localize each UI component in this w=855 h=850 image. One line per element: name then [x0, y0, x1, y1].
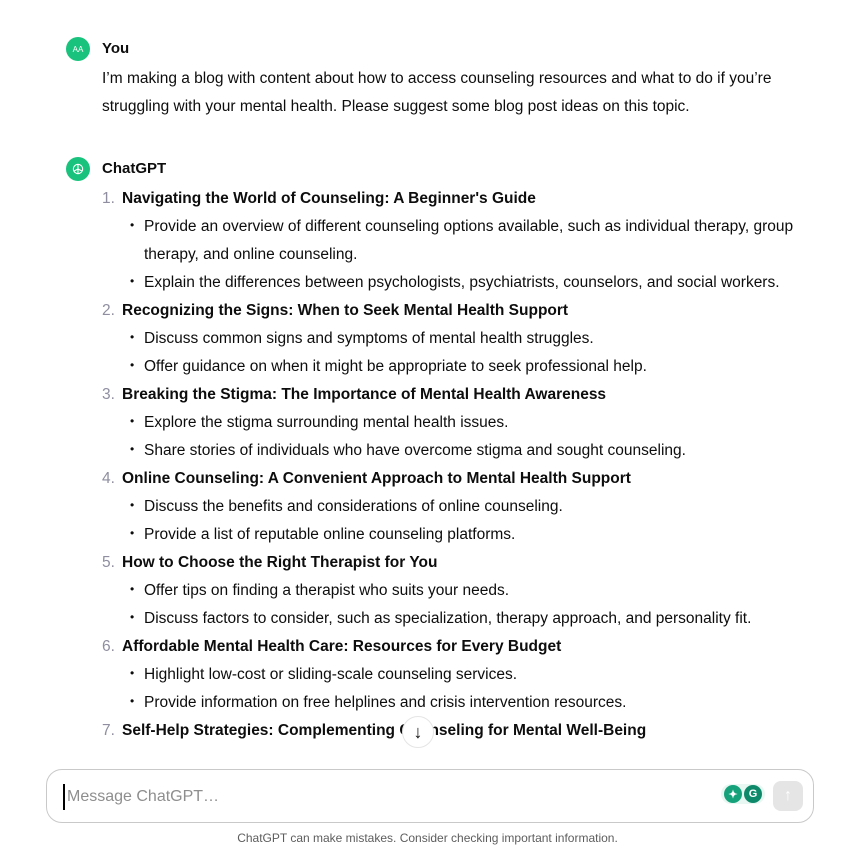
list-item: 6. Affordable Mental Health Care: Resourc…: [102, 633, 802, 717]
disclaimer-text: ChatGPT can make mistakes. Consider chec…: [237, 831, 618, 845]
sub-list-item: Discuss the benefits and considerations …: [124, 491, 802, 521]
lightbulb-icon[interactable]: ✦: [724, 785, 742, 803]
sub-list: Highlight low-cost or sliding-scale coun…: [102, 659, 802, 717]
sub-list: Discuss the benefits and considerations …: [102, 491, 802, 549]
sub-list: Offer tips on finding a therapist who su…: [102, 575, 802, 633]
blog-ideas-list: 1. Navigating the World of Counseling: A …: [102, 185, 802, 745]
list-item: 7. Self-Help Strategies: Complementing Co…: [102, 717, 802, 745]
sub-list-item: Provide a list of reputable online couns…: [124, 519, 802, 549]
sub-list: Provide an overview of different counsel…: [102, 211, 802, 297]
sub-list-item: Provide information on free helplines an…: [124, 687, 802, 717]
item-number: 6.: [102, 638, 115, 655]
sub-list-item: Offer guidance on when it might be appro…: [124, 351, 802, 381]
list-item: 4. Online Counseling: A Convenient Approa…: [102, 465, 802, 549]
item-title: Navigating the World of Counseling: A Be…: [122, 190, 536, 207]
item-title: Online Counseling: A Convenient Approach…: [122, 470, 631, 487]
item-title: Recognizing the Signs: When to Seek Ment…: [122, 302, 569, 319]
send-button[interactable]: ↑: [773, 781, 803, 811]
user-message-text: I’m making a blog with content about how…: [102, 70, 772, 115]
extension-icons: ✦ G: [721, 784, 765, 804]
list-item: 5. How to Choose the Right Therapist for …: [102, 549, 802, 633]
sub-list-item: Share stories of individuals who have ov…: [124, 435, 802, 465]
sub-list: Explore the stigma surrounding mental he…: [102, 407, 802, 465]
item-title: Affordable Mental Health Care: Resources…: [122, 638, 562, 655]
assistant-author-label: ChatGPT: [102, 160, 167, 177]
grammarly-icon[interactable]: G: [744, 785, 762, 803]
list-item: 3. Breaking the Stigma: The Importance of…: [102, 381, 802, 465]
user-author-label: You: [102, 40, 130, 57]
sub-list-item: Provide an overview of different counsel…: [124, 211, 802, 269]
item-title: How to Choose the Right Therapist for Yo…: [122, 554, 438, 571]
item-number: 3.: [102, 386, 115, 403]
message-composer: ✦ G ↑: [46, 769, 814, 823]
sub-list-item: Discuss factors to consider, such as spe…: [124, 603, 802, 633]
item-number: 4.: [102, 470, 115, 487]
item-number: 7.: [102, 722, 115, 739]
user-avatar: AA: [66, 37, 90, 61]
arrow-down-icon: ↓: [413, 721, 423, 742]
item-title: Self-Help Strategies: Complementing Coun…: [122, 722, 647, 739]
item-number: 1.: [102, 190, 115, 207]
item-title: Breaking the Stigma: The Importance of M…: [122, 386, 607, 403]
sub-list: Discuss common signs and symptoms of men…: [102, 323, 802, 381]
message-input[interactable]: [63, 784, 689, 810]
sub-list-item: Explain the differences between psycholo…: [124, 267, 802, 297]
list-item: 2. Recognizing the Signs: When to Seek Me…: [102, 297, 802, 381]
sub-list-item: Offer tips on finding a therapist who su…: [124, 575, 802, 605]
sub-list-item: Highlight low-cost or sliding-scale coun…: [124, 659, 802, 689]
openai-logo-icon: [66, 157, 90, 181]
item-number: 2.: [102, 302, 115, 319]
sub-list-item: Discuss common signs and symptoms of men…: [124, 323, 802, 353]
item-number: 5.: [102, 554, 115, 571]
sub-list-item: Explore the stigma surrounding mental he…: [124, 407, 802, 437]
scroll-to-bottom-button[interactable]: ↓: [402, 716, 434, 748]
arrow-up-icon: ↑: [784, 787, 792, 804]
list-item: 1. Navigating the World of Counseling: A …: [102, 185, 802, 297]
